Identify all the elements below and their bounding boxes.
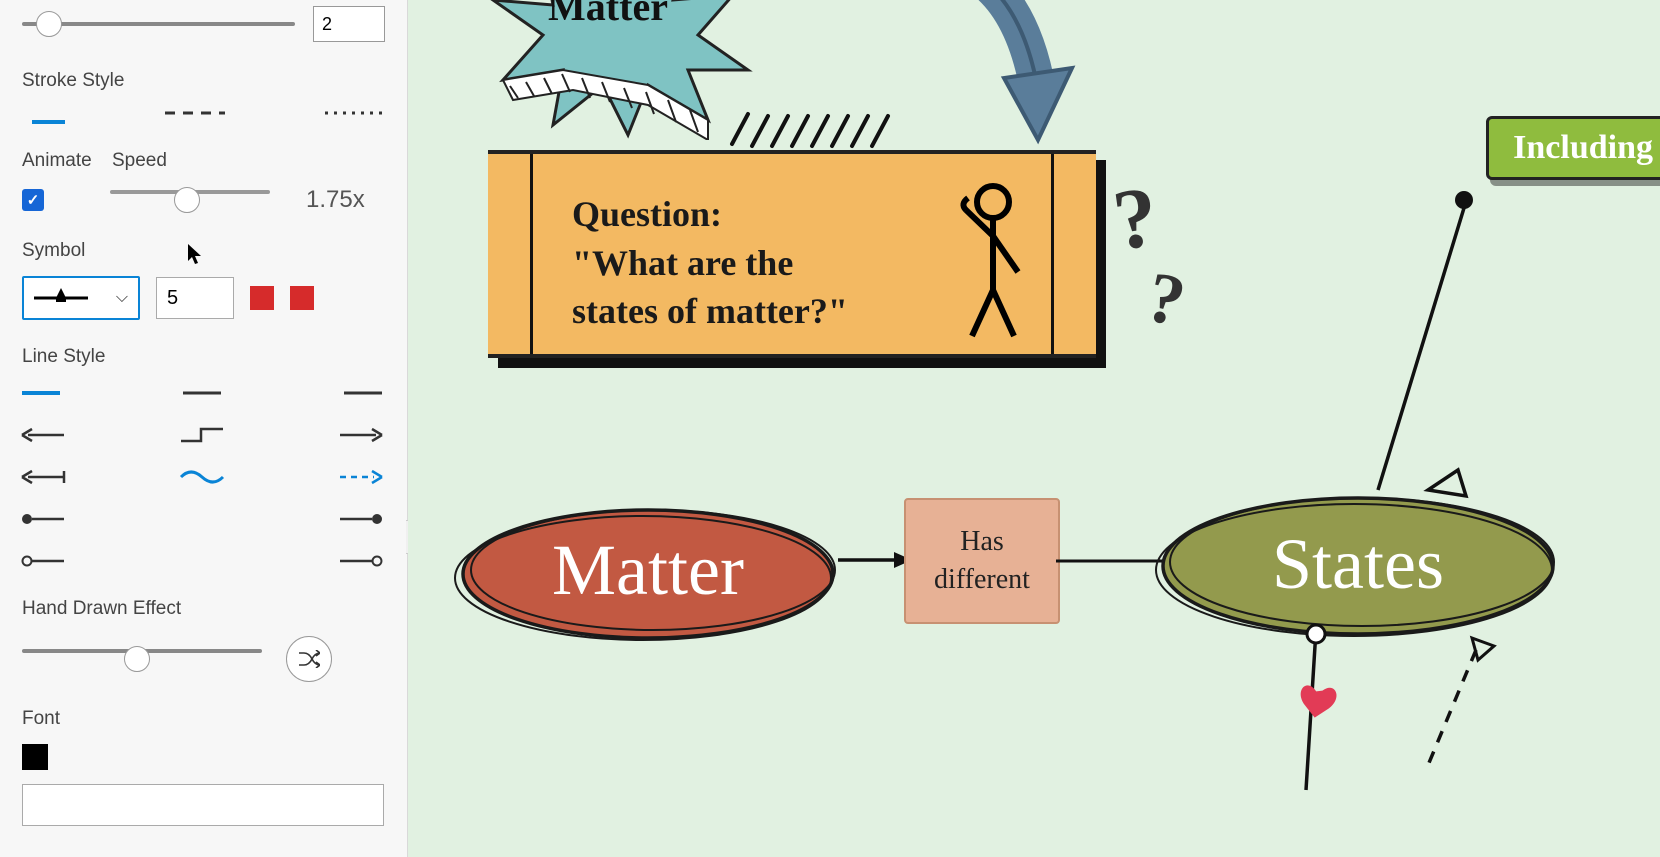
question-mark-2[interactable]: ? [1140, 255, 1192, 344]
node-matter[interactable]: Matter [448, 492, 848, 667]
speed-slider[interactable] [110, 190, 270, 210]
stroke-style-options [22, 106, 385, 124]
line-step[interactable] [142, 424, 262, 446]
connector-states-down[interactable] [1286, 620, 1526, 800]
line-empty-2 [142, 550, 262, 572]
font-color-swatch[interactable] [22, 744, 48, 770]
heart-icon [1296, 682, 1338, 721]
symbol-label: Symbol [22, 240, 385, 262]
starburst-matter[interactable]: Matter [448, 0, 768, 145]
line-circ-end[interactable] [262, 550, 382, 572]
symbol-preview-icon [34, 288, 88, 308]
stroke-style-label: Stroke Style [22, 70, 385, 92]
line-plain-3[interactable] [262, 382, 382, 404]
speed-label: Speed [112, 150, 167, 172]
line-empty-1 [142, 508, 262, 530]
properties-sidebar: Stroke Style Animate Speed ✓ 1.75x [0, 0, 408, 857]
hand-drawn-label: Hand Drawn Effect [22, 598, 385, 620]
font-family-select[interactable] [22, 784, 384, 826]
svg-text:Matter: Matter [552, 530, 744, 610]
line-dot-end[interactable] [262, 508, 382, 530]
including-tag[interactable]: Including [1486, 116, 1660, 180]
question-mark-1[interactable]: ? [1107, 165, 1163, 270]
dashed-arrow[interactable] [1426, 638, 1494, 770]
stroke-style-dashed[interactable] [165, 106, 225, 120]
line-arrow-left[interactable] [22, 424, 142, 446]
speed-value: 1.75x [306, 186, 365, 214]
stroke-width-slider[interactable] [22, 14, 295, 34]
canvas[interactable]: Matter Question: [408, 0, 1660, 857]
shuffle-button[interactable] [286, 636, 332, 682]
symbol-color-1[interactable] [250, 286, 274, 310]
line-wavy[interactable] [142, 466, 262, 488]
chevron-down-icon: ⌵ [116, 289, 128, 307]
line-arrow-right[interactable] [262, 424, 382, 446]
symbol-size-input[interactable] [156, 277, 234, 319]
line-plain-2[interactable] [142, 382, 262, 404]
question-text: Question: "What are the states of matter… [572, 190, 848, 336]
stroke-width-input[interactable] [313, 6, 385, 42]
question-box[interactable]: Question: "What are the states of matter… [488, 150, 1096, 358]
line-circ-start[interactable] [22, 550, 142, 572]
connector-including-to-states[interactable] [1368, 190, 1508, 520]
symbol-select[interactable]: ⌵ [22, 276, 140, 320]
animate-checkbox[interactable]: ✓ [22, 189, 44, 211]
hand-drawn-slider[interactable] [22, 649, 262, 669]
symbol-color-2[interactable] [290, 286, 314, 310]
stickman-icon [958, 180, 1028, 340]
line-style-grid [22, 382, 382, 572]
line-arrow-left-tail[interactable] [22, 466, 142, 488]
stroke-style-dotted[interactable] [325, 106, 385, 120]
animate-label: Animate [22, 150, 112, 172]
stroke-width-row [22, 4, 385, 44]
line-dot-start[interactable] [22, 508, 142, 530]
line-arrow-right-blue[interactable] [262, 466, 382, 488]
shuffle-icon [298, 650, 320, 668]
font-label: Font [22, 708, 385, 730]
node-has-different[interactable]: Has different [904, 498, 1060, 624]
line-style-label: Line Style [22, 346, 385, 368]
line-plain-1[interactable] [22, 382, 142, 404]
stroke-style-solid[interactable] [32, 106, 65, 124]
svg-text:States: States [1272, 524, 1444, 604]
starburst-text: Matter [548, 0, 668, 29]
